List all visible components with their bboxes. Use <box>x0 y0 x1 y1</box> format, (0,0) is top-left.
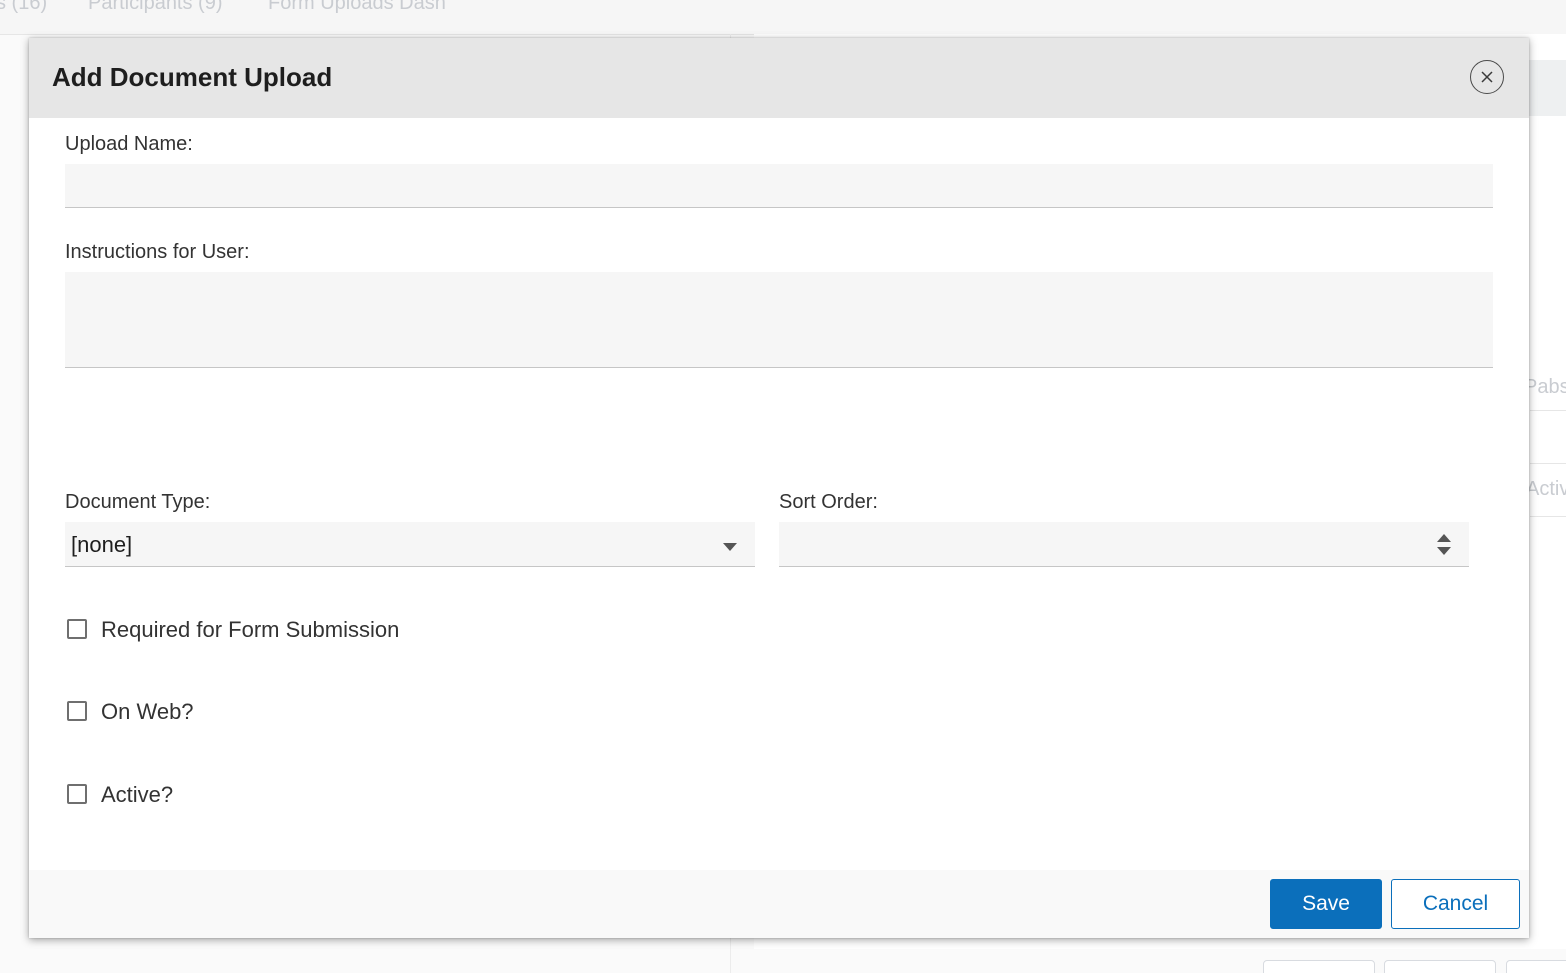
required-for-submission-checkbox[interactable] <box>67 619 87 639</box>
instructions-textarea[interactable] <box>65 272 1493 368</box>
background-text-fragment: Pabs <box>1524 376 1566 398</box>
spin-up-icon[interactable] <box>1437 534 1451 542</box>
on-web-checkbox[interactable] <box>67 701 87 721</box>
add-document-upload-dialog: Add Document Upload Upload Name: Instruc… <box>29 38 1529 938</box>
background-row-divider <box>1530 516 1566 517</box>
background-button <box>1384 960 1496 973</box>
dialog-title: Add Document Upload <box>52 62 333 92</box>
active-label: Active? <box>101 782 174 807</box>
active-checkbox[interactable] <box>67 784 87 804</box>
cancel-button[interactable]: Cancel <box>1391 879 1520 929</box>
sort-order-label: Sort Order: <box>779 491 878 513</box>
background-tab-form-uploads: Form Uploads Dash <box>268 0 446 14</box>
background-tab-1: s (16) <box>0 0 48 14</box>
chevron-down-icon <box>723 543 737 551</box>
document-type-label: Document Type: <box>65 491 211 513</box>
close-icon <box>1481 71 1493 83</box>
background-button <box>1263 960 1375 973</box>
upload-name-label: Upload Name: <box>65 133 193 155</box>
upload-name-input[interactable] <box>65 164 1493 208</box>
sort-order-input[interactable] <box>779 522 1469 567</box>
background-tab-participants: Participants (9) <box>88 0 223 14</box>
background-button <box>1506 960 1566 973</box>
background-tab-bar: s (16) Participants (9) Form Uploads Das… <box>0 0 1566 35</box>
required-for-submission-label: Required for Form Submission <box>101 617 400 642</box>
background-row-divider <box>1530 463 1566 464</box>
background-text-fragment: Activ <box>1526 478 1566 500</box>
instructions-label: Instructions for User: <box>65 241 250 263</box>
background-row-divider <box>1530 410 1566 411</box>
dialog-header: Add Document Upload <box>29 38 1529 118</box>
on-web-label: On Web? <box>101 699 194 724</box>
document-type-select[interactable]: [none] <box>65 522 755 567</box>
save-button[interactable]: Save <box>1270 879 1382 929</box>
dialog-footer: Save Cancel <box>29 870 1529 938</box>
spin-down-icon[interactable] <box>1437 547 1451 555</box>
close-button[interactable] <box>1470 60 1504 94</box>
document-type-value: [none] <box>71 532 133 557</box>
